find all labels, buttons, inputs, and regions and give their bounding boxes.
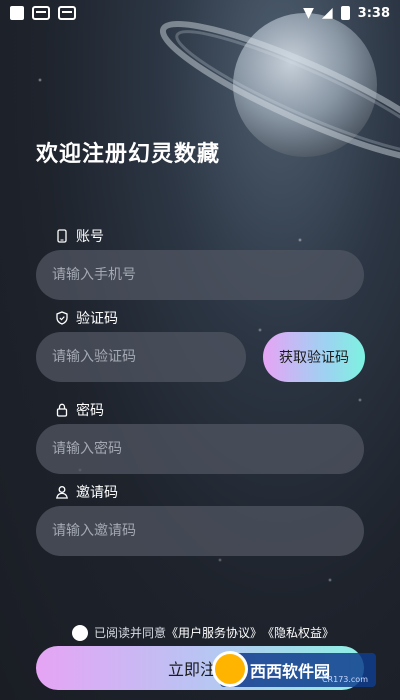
notification-icon bbox=[10, 6, 24, 20]
agreement-row: 已阅读并同意 《用户服务协议》 《隐私权益》 bbox=[72, 624, 334, 641]
watermark-logo-icon bbox=[212, 651, 248, 687]
get-code-button[interactable]: 获取验证码 bbox=[263, 332, 365, 382]
phone-input[interactable] bbox=[36, 250, 364, 300]
account-label-text: 账号 bbox=[76, 229, 104, 245]
account-label: 账号 bbox=[56, 226, 104, 246]
app-notification-icon bbox=[58, 6, 76, 20]
wifi-icon: ▼ bbox=[303, 5, 314, 21]
invite-label: 邀请码 bbox=[56, 482, 118, 502]
agreement-prefix: 已阅读并同意 bbox=[94, 626, 167, 640]
code-label-text: 验证码 bbox=[76, 311, 118, 327]
password-label-text: 密码 bbox=[76, 403, 104, 419]
invite-label-text: 邀请码 bbox=[76, 485, 118, 501]
user-icon bbox=[56, 486, 68, 499]
terms-link[interactable]: 《用户服务协议》 bbox=[166, 624, 262, 641]
app-notification-icon bbox=[32, 6, 50, 20]
code-label: 验证码 bbox=[56, 308, 118, 328]
battery-icon bbox=[340, 6, 350, 20]
signal-icon: ◢ bbox=[321, 5, 333, 21]
verification-code-input[interactable] bbox=[36, 332, 246, 382]
watermark-text: 西西软件园 bbox=[250, 662, 331, 681]
invite-code-input[interactable] bbox=[36, 506, 364, 556]
agree-radio[interactable] bbox=[72, 624, 88, 641]
planet-graphic bbox=[159, 13, 400, 164]
password-input[interactable] bbox=[36, 424, 364, 474]
phone-icon bbox=[57, 229, 67, 243]
watermark-subtext: CR173.com bbox=[321, 675, 368, 684]
watermark-badge: 西西软件园 CR173.com bbox=[212, 651, 376, 687]
status-time: 3:38 bbox=[357, 5, 390, 21]
page-title: 欢迎注册幻灵数藏 bbox=[36, 142, 221, 167]
password-label: 密码 bbox=[56, 400, 104, 420]
privacy-link[interactable]: 《隐私权益》 bbox=[262, 624, 334, 641]
status-bar: ▼ ◢ 3:38 bbox=[0, 0, 400, 26]
shield-check-icon bbox=[56, 311, 68, 325]
lock-icon bbox=[56, 403, 68, 417]
